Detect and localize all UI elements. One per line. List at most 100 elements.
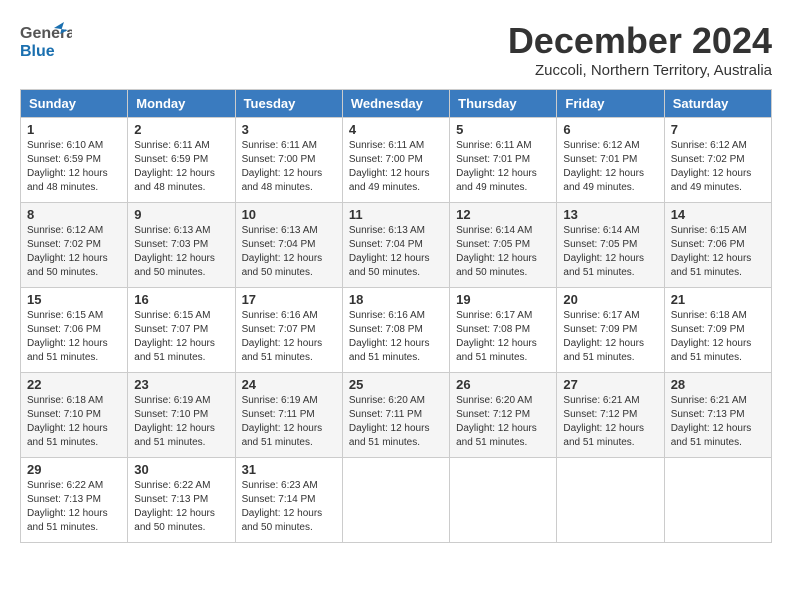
day-number: 31 [242, 462, 336, 477]
calendar-cell: 28Sunrise: 6:21 AMSunset: 7:13 PMDayligh… [664, 373, 771, 458]
calendar-cell: 8 Sunrise: 6:12 AMSunset: 7:02 PMDaylight… [21, 203, 128, 288]
day-number: 25 [349, 377, 443, 392]
day-number: 19 [456, 292, 550, 307]
calendar-row: 15 Sunrise: 6:15 AMSunset: 7:06 PMDayligh… [21, 288, 772, 373]
calendar-cell: 22Sunrise: 6:18 AMSunset: 7:10 PMDayligh… [21, 373, 128, 458]
day-number: 21 [671, 292, 765, 307]
day-number: 9 [134, 207, 228, 222]
calendar-cell: 19 Sunrise: 6:17 AMSunset: 7:08 PMDayligh… [450, 288, 557, 373]
day-info: Sunrise: 6:15 AMSunset: 7:06 PMDaylight:… [27, 309, 121, 365]
calendar-cell [450, 458, 557, 543]
day-number: 27 [563, 377, 657, 392]
day-number: 6 [563, 122, 657, 137]
calendar-cell: 9 Sunrise: 6:13 AMSunset: 7:03 PMDaylight… [128, 203, 235, 288]
calendar-cell: 27Sunrise: 6:21 AMSunset: 7:12 PMDayligh… [557, 373, 664, 458]
calendar-cell: 24Sunrise: 6:19 AMSunset: 7:11 PMDayligh… [235, 373, 342, 458]
calendar-cell: 26 Sunrise: 6:20 AMSunset: 7:12 PMDayligh… [450, 373, 557, 458]
day-number: 16 [134, 292, 228, 307]
day-number: 20 [563, 292, 657, 307]
calendar-cell: 31 Sunrise: 6:23 AMSunset: 7:14 PMDayligh… [235, 458, 342, 543]
calendar-row: 1 Sunrise: 6:10 AMSunset: 6:59 PMDaylight… [21, 118, 772, 203]
col-saturday: Saturday [664, 90, 771, 118]
col-tuesday: Tuesday [235, 90, 342, 118]
calendar-cell: 10 Sunrise: 6:13 AMSunset: 7:04 PMDayligh… [235, 203, 342, 288]
calendar-cell: 11Sunrise: 6:13 AMSunset: 7:04 PMDayligh… [342, 203, 449, 288]
day-number: 12 [456, 207, 550, 222]
day-number: 1 [27, 122, 121, 137]
day-number: 7 [671, 122, 765, 137]
calendar-cell: 15 Sunrise: 6:15 AMSunset: 7:06 PMDayligh… [21, 288, 128, 373]
day-number: 29 [27, 462, 121, 477]
col-wednesday: Wednesday [342, 90, 449, 118]
calendar-cell: 23 Sunrise: 6:19 AMSunset: 7:10 PMDayligh… [128, 373, 235, 458]
day-number: 10 [242, 207, 336, 222]
calendar-cell: 21 Sunrise: 6:18 AMSunset: 7:09 PMDayligh… [664, 288, 771, 373]
calendar-cell: 12Sunrise: 6:14 AMSunset: 7:05 PMDayligh… [450, 203, 557, 288]
day-info: Sunrise: 6:22 AMSunset: 7:13 PMDaylight:… [27, 479, 121, 535]
day-info: Sunrise: 6:13 AMSunset: 7:04 PMDaylight:… [349, 224, 443, 280]
calendar-cell [557, 458, 664, 543]
day-info: Sunrise: 6:11 AMSunset: 7:01 PMDaylight:… [456, 139, 550, 195]
day-info: Sunrise: 6:12 AMSunset: 7:02 PMDaylight:… [671, 139, 765, 195]
day-number: 15 [27, 292, 121, 307]
day-info: Sunrise: 6:12 AMSunset: 7:02 PMDaylight:… [27, 224, 121, 280]
calendar-cell: 14 Sunrise: 6:15 AMSunset: 7:06 PMDayligh… [664, 203, 771, 288]
day-number: 14 [671, 207, 765, 222]
day-number: 26 [456, 377, 550, 392]
header-row: Sunday Monday Tuesday Wednesday Thursday… [21, 90, 772, 118]
day-number: 13 [563, 207, 657, 222]
calendar-cell [342, 458, 449, 543]
header: General Blue December 2024 Zuccoli, Nort… [20, 20, 772, 79]
day-info: Sunrise: 6:20 AMSunset: 7:12 PMDaylight:… [456, 394, 550, 450]
calendar-cell: 4 Sunrise: 6:11 AMSunset: 7:00 PMDaylight… [342, 118, 449, 203]
day-number: 23 [134, 377, 228, 392]
day-info: Sunrise: 6:15 AMSunset: 7:06 PMDaylight:… [671, 224, 765, 280]
calendar-row: 8 Sunrise: 6:12 AMSunset: 7:02 PMDaylight… [21, 203, 772, 288]
calendar-title: December 2024 [508, 20, 772, 62]
calendar-cell: 6Sunrise: 6:12 AMSunset: 7:01 PMDaylight… [557, 118, 664, 203]
day-info: Sunrise: 6:15 AMSunset: 7:07 PMDaylight:… [134, 309, 228, 365]
col-thursday: Thursday [450, 90, 557, 118]
day-info: Sunrise: 6:13 AMSunset: 7:03 PMDaylight:… [134, 224, 228, 280]
col-friday: Friday [557, 90, 664, 118]
page-container: General Blue December 2024 Zuccoli, Nort… [20, 20, 772, 543]
day-info: Sunrise: 6:10 AMSunset: 6:59 PMDaylight:… [27, 139, 121, 195]
calendar-cell [664, 458, 771, 543]
day-info: Sunrise: 6:18 AMSunset: 7:09 PMDaylight:… [671, 309, 765, 365]
day-info: Sunrise: 6:17 AMSunset: 7:09 PMDaylight:… [563, 309, 657, 365]
day-info: Sunrise: 6:23 AMSunset: 7:14 PMDaylight:… [242, 479, 336, 535]
day-info: Sunrise: 6:11 AMSunset: 6:59 PMDaylight:… [134, 139, 228, 195]
calendar-cell: 7 Sunrise: 6:12 AMSunset: 7:02 PMDaylight… [664, 118, 771, 203]
calendar-cell: 25 Sunrise: 6:20 AMSunset: 7:11 PMDayligh… [342, 373, 449, 458]
logo: General Blue [20, 20, 72, 64]
day-number: 30 [134, 462, 228, 477]
day-info: Sunrise: 6:21 AMSunset: 7:13 PMDaylight:… [671, 394, 765, 450]
day-number: 17 [242, 292, 336, 307]
day-number: 3 [242, 122, 336, 137]
day-number: 5 [456, 122, 550, 137]
day-info: Sunrise: 6:13 AMSunset: 7:04 PMDaylight:… [242, 224, 336, 280]
day-info: Sunrise: 6:16 AMSunset: 7:08 PMDaylight:… [349, 309, 443, 365]
day-info: Sunrise: 6:19 AMSunset: 7:10 PMDaylight:… [134, 394, 228, 450]
calendar-table: Sunday Monday Tuesday Wednesday Thursday… [20, 89, 772, 543]
day-info: Sunrise: 6:20 AMSunset: 7:11 PMDaylight:… [349, 394, 443, 450]
day-number: 22 [27, 377, 121, 392]
title-section: December 2024 Zuccoli, Northern Territor… [508, 20, 772, 79]
col-monday: Monday [128, 90, 235, 118]
day-number: 18 [349, 292, 443, 307]
day-number: 4 [349, 122, 443, 137]
day-info: Sunrise: 6:11 AMSunset: 7:00 PMDaylight:… [349, 139, 443, 195]
day-number: 8 [27, 207, 121, 222]
calendar-subtitle: Zuccoli, Northern Territory, Australia [508, 62, 772, 79]
day-info: Sunrise: 6:11 AMSunset: 7:00 PMDaylight:… [242, 139, 336, 195]
calendar-row: 22Sunrise: 6:18 AMSunset: 7:10 PMDayligh… [21, 373, 772, 458]
calendar-cell: 16 Sunrise: 6:15 AMSunset: 7:07 PMDayligh… [128, 288, 235, 373]
day-info: Sunrise: 6:22 AMSunset: 7:13 PMDaylight:… [134, 479, 228, 535]
calendar-cell: 20 Sunrise: 6:17 AMSunset: 7:09 PMDayligh… [557, 288, 664, 373]
calendar-cell: 3 Sunrise: 6:11 AMSunset: 7:00 PMDaylight… [235, 118, 342, 203]
svg-text:General: General [20, 25, 72, 42]
calendar-cell: 18 Sunrise: 6:16 AMSunset: 7:08 PMDayligh… [342, 288, 449, 373]
logo-icon: General Blue [20, 20, 72, 64]
day-info: Sunrise: 6:17 AMSunset: 7:08 PMDaylight:… [456, 309, 550, 365]
day-info: Sunrise: 6:14 AMSunset: 7:05 PMDaylight:… [563, 224, 657, 280]
